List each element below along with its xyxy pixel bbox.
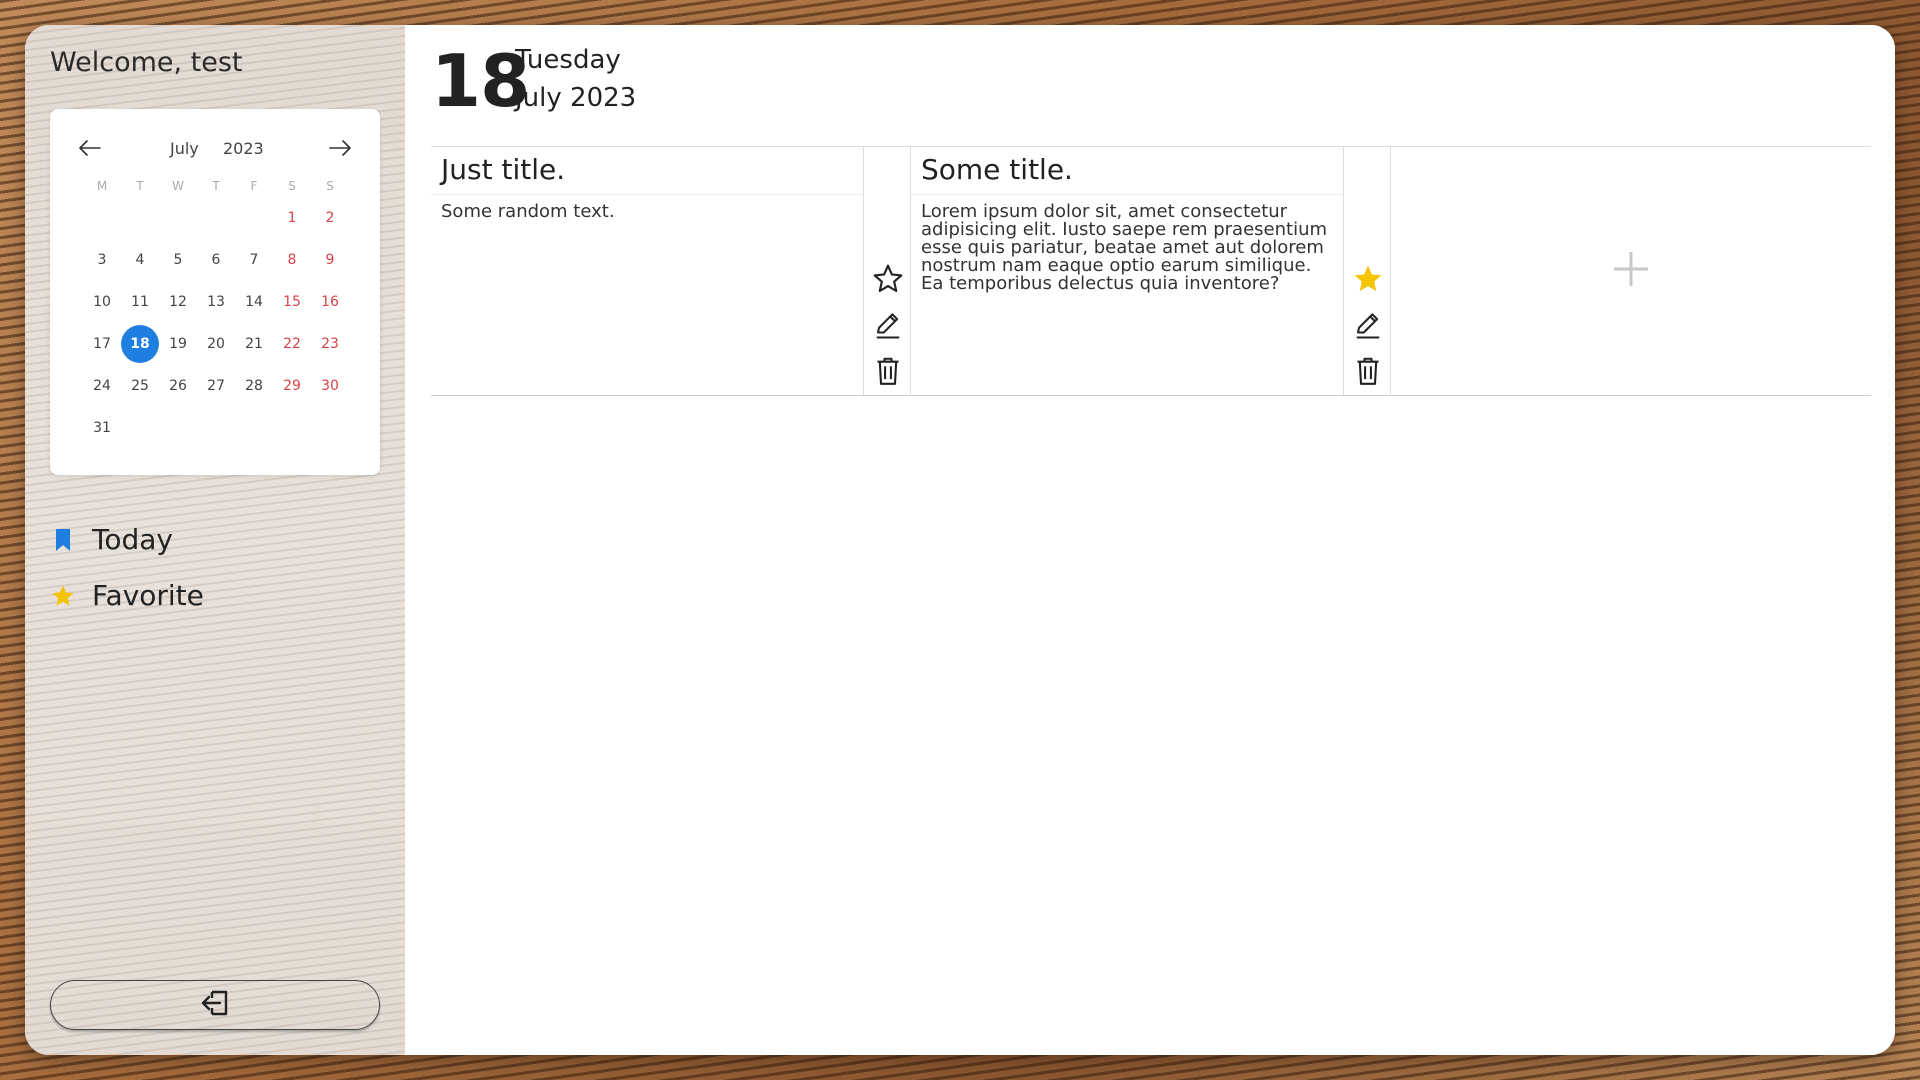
note-actions [1344, 147, 1391, 395]
note-title: Some title. [911, 147, 1343, 195]
calendar-empty-cell [197, 197, 235, 239]
add-note-button[interactable] [1391, 147, 1871, 395]
bookmark-icon [50, 528, 76, 552]
welcome-text: Welcome, test [50, 47, 243, 78]
calendar-day[interactable]: 23 [311, 323, 349, 365]
app-window: Welcome, test July 2023 MTWTFSS123456789… [25, 25, 1895, 1055]
calendar-empty-cell [83, 197, 121, 239]
calendar-day[interactable]: 29 [273, 365, 311, 407]
arrow-left-icon[interactable] [75, 133, 105, 163]
calendar-day[interactable]: 28 [235, 365, 273, 407]
calendar-empty-cell [159, 197, 197, 239]
arrow-right-icon[interactable] [325, 133, 355, 163]
calendar-day[interactable]: 4 [121, 239, 159, 281]
trash-icon[interactable] [872, 355, 904, 387]
calendar-header: July 2023 [50, 131, 380, 165]
calendar-day[interactable]: 1 [273, 197, 311, 239]
mini-calendar: July 2023 M T W T F S S 1 2 3 4 5 6 7 8 9 10 11 12 13 14 15 16… [50, 109, 380, 475]
pencil-icon[interactable] [1352, 309, 1384, 341]
calendar-day[interactable]: 24 [83, 365, 121, 407]
nav-favorite-label: Favorite [92, 579, 204, 612]
sidebar: Welcome, test July 2023 MTWTFSS123456789… [25, 25, 405, 1055]
calendar-empty-cell [121, 197, 159, 239]
calendar-day[interactable]: 13 [197, 281, 235, 323]
calendar-empty-cell [235, 197, 273, 239]
main-content: 18 Tuesday July 2023 Just title. Some ra… [405, 25, 1895, 1055]
date-month-year: July 2023 [515, 83, 637, 113]
calendar-day[interactable]: 18 [121, 323, 159, 365]
calendar-grid: M T W T F S S 1 2 3 4 5 6 7 8 9 10 11 12 13 14 15 16 17 18 19 20 21… [83, 175, 349, 449]
calendar-day[interactable]: 6 [197, 239, 235, 281]
calendar-day[interactable]: 16 [311, 281, 349, 323]
nav-today-label: Today [92, 523, 173, 556]
weekday-header: S [288, 179, 296, 193]
calendar-day[interactable]: 19 [159, 323, 197, 365]
weekday-header: F [250, 179, 258, 193]
note-card[interactable]: Some title. Lorem ipsum dolor sit, amet … [911, 147, 1344, 395]
calendar-year[interactable]: 2023 [223, 139, 264, 158]
logout-icon [200, 989, 230, 1021]
trash-icon[interactable] [1352, 355, 1384, 387]
calendar-day[interactable]: 21 [235, 323, 273, 365]
calendar-month[interactable]: July [170, 139, 199, 158]
logout-button[interactable] [50, 980, 380, 1030]
note-title: Just title. [431, 147, 863, 195]
calendar-day[interactable]: 7 [235, 239, 273, 281]
calendar-day[interactable]: 14 [235, 281, 273, 323]
star-filled-icon[interactable] [1352, 263, 1384, 295]
notes-row: Just title. Some random text. Some title… [431, 146, 1871, 396]
calendar-day[interactable]: 2 [311, 197, 349, 239]
date-weekday: Tuesday [515, 45, 621, 75]
calendar-day[interactable]: 10 [83, 281, 121, 323]
weekday-header: T [136, 179, 144, 193]
star-icon [50, 584, 76, 608]
calendar-day[interactable]: 12 [159, 281, 197, 323]
nav-today[interactable]: Today [50, 523, 173, 556]
note-card[interactable]: Just title. Some random text. [431, 147, 864, 395]
nav-favorite[interactable]: Favorite [50, 579, 204, 612]
plus-icon [1611, 249, 1651, 293]
calendar-day[interactable]: 15 [273, 281, 311, 323]
note-body: Some random text. [441, 201, 615, 222]
weekday-header: W [172, 179, 184, 193]
calendar-day[interactable]: 22 [273, 323, 311, 365]
weekday-header: T [212, 179, 220, 193]
calendar-day[interactable]: 17 [83, 323, 121, 365]
calendar-day[interactable]: 25 [121, 365, 159, 407]
calendar-day[interactable]: 5 [159, 239, 197, 281]
calendar-day[interactable]: 9 [311, 239, 349, 281]
weekday-header: M [96, 179, 108, 193]
note-body: Lorem ipsum dolor sit, amet consectetur … [921, 201, 1328, 294]
pencil-icon[interactable] [872, 309, 904, 341]
calendar-day[interactable]: 26 [159, 365, 197, 407]
calendar-day[interactable]: 3 [83, 239, 121, 281]
weekday-header: S [326, 179, 334, 193]
calendar-day[interactable]: 30 [311, 365, 349, 407]
star-outline-icon[interactable] [872, 263, 904, 295]
calendar-day[interactable]: 20 [197, 323, 235, 365]
calendar-day[interactable]: 31 [83, 407, 121, 449]
calendar-day[interactable]: 11 [121, 281, 159, 323]
calendar-day[interactable]: 8 [273, 239, 311, 281]
note-actions [864, 147, 911, 395]
calendar-day[interactable]: 27 [197, 365, 235, 407]
